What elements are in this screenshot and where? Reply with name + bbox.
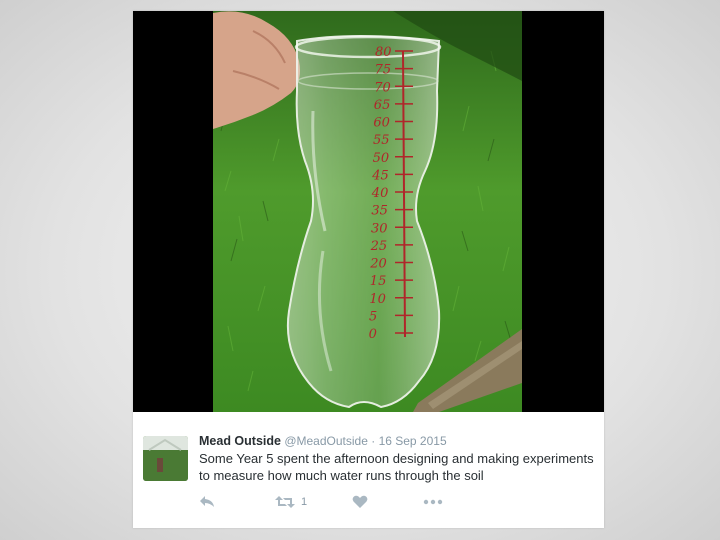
scale-label: 35 xyxy=(371,204,388,219)
scale-label: 60 xyxy=(373,116,390,131)
reply-button[interactable] xyxy=(199,493,215,511)
retweet-count: 1 xyxy=(301,496,308,508)
scale-label: 45 xyxy=(371,168,389,183)
reply-icon xyxy=(200,496,214,507)
scale-label: 65 xyxy=(374,98,391,113)
like-button[interactable] xyxy=(352,493,368,511)
heart-icon xyxy=(352,495,368,508)
tweet-card: 80 75 70 65 60 55 50 45 40 35 30 25 20 15 10 5 0 Mead Ou… xyxy=(133,11,604,528)
tweet-header: Mead Outside @MeadOutside · 16 Sep 2015 xyxy=(199,434,447,448)
scale-label: 40 xyxy=(371,186,389,201)
tweet-text: Some Year 5 spent the afternoon designin… xyxy=(199,451,594,483)
avatar[interactable] xyxy=(143,436,188,481)
bottle-photo[interactable]: 80 75 70 65 60 55 50 45 40 35 30 25 20 15 10 5 0 xyxy=(213,11,522,412)
tweet-media[interactable]: 80 75 70 65 60 55 50 45 40 35 30 25 20 15 10 5 0 xyxy=(133,11,604,412)
user-handle[interactable]: @MeadOutside xyxy=(284,434,368,448)
tweet-date[interactable]: 16 Sep 2015 xyxy=(379,434,447,448)
scale-label: 20 xyxy=(369,257,387,272)
retweet-button[interactable]: 1 xyxy=(275,493,307,511)
separator-dot: · xyxy=(371,434,376,448)
scale-label: 10 xyxy=(369,292,386,307)
bottle-photo-graphic: 80757065605550454035302520151050 xyxy=(213,11,522,412)
scale-label: 55 xyxy=(373,133,390,148)
more-button[interactable] xyxy=(423,493,443,511)
avatar-image xyxy=(143,436,188,481)
scale-label: 0 xyxy=(369,327,377,342)
tweet-body: Mead Outside @MeadOutside · 16 Sep 2015 … xyxy=(133,412,604,528)
tweet-actions: 1 xyxy=(199,493,519,511)
scale-label: 80 xyxy=(375,45,392,60)
scale-label: 50 xyxy=(373,151,390,166)
more-icon xyxy=(423,499,443,505)
scale-label: 30 xyxy=(371,221,388,236)
scale-label: 5 xyxy=(369,309,377,324)
scale-label: 25 xyxy=(370,239,388,254)
retweet-icon xyxy=(275,496,295,508)
scale-label: 75 xyxy=(375,63,392,78)
display-name[interactable]: Mead Outside xyxy=(199,434,281,448)
scale-label: 70 xyxy=(374,80,391,95)
scale-label: 15 xyxy=(370,274,387,289)
